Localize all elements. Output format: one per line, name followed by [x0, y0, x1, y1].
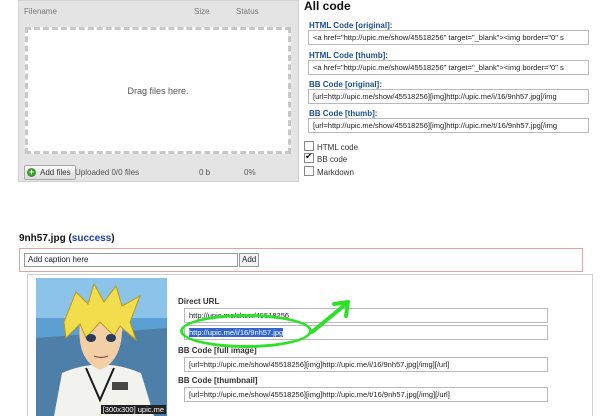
thumbnail-size-label: [300x300] upic.me: [100, 405, 166, 414]
option-markdown[interactable]: Markdown: [304, 166, 354, 177]
html-original-label: HTML Code [original]:: [309, 21, 393, 30]
html-code-label: HTML code: [317, 143, 359, 152]
caption-input[interactable]: Add caption here: [24, 253, 238, 267]
col-filename: Filename: [24, 7, 57, 16]
total-percent: 0%: [244, 168, 256, 177]
uploaded-count: Uploaded 0/0 files: [75, 168, 140, 177]
uploader-footer: + Add files Uploaded 0/0 files 0 b 0%: [19, 163, 298, 183]
arrow-annotation-icon: [310, 300, 350, 334]
col-status: Status: [236, 7, 259, 16]
markdown-checkbox[interactable]: [304, 166, 314, 176]
drop-zone-text: Drag files here.: [127, 86, 189, 96]
bb-thumb-field[interactable]: [url=http://upic.me/show/45518256][img]h…: [308, 118, 589, 133]
html-code-checkbox[interactable]: [304, 141, 314, 151]
highlight-oval-annotation: [180, 314, 312, 348]
add-files-label: Add files: [40, 168, 71, 177]
bb-thumbnail-label: BB Code [thumbnail]: [178, 376, 258, 385]
option-bb-code[interactable]: BB code: [304, 151, 348, 164]
bb-thumb-label: BB Code [thumb]:: [309, 109, 378, 118]
add-files-button[interactable]: + Add files: [24, 165, 76, 180]
markdown-label: Markdown: [317, 168, 354, 177]
direct-url-label: Direct URL: [178, 297, 220, 306]
file-heading: 9nh57.jpg (success): [19, 233, 115, 244]
bb-thumbnail-field[interactable]: [url=http://upic.me/show/45518256][img]h…: [184, 387, 548, 402]
upload-status: success: [71, 233, 112, 244]
file-name: 9nh57.jpg: [19, 233, 66, 244]
bb-code-checkbox[interactable]: [304, 151, 314, 163]
drop-zone[interactable]: Drag files here.: [25, 27, 291, 154]
caption-row: Add caption here Add: [19, 248, 583, 272]
file-table-header: Filename Size Status: [19, 1, 298, 21]
html-thumb-field[interactable]: <a href="http://upic.me/show/45518256" t…: [308, 60, 589, 75]
thumbnail-image[interactable]: [300x300] upic.me: [36, 278, 167, 416]
html-thumb-label: HTML Code [thumb]:: [309, 51, 388, 60]
uploader-panel: Filename Size Status Drag files here. + …: [18, 0, 299, 182]
all-code-title: All code: [304, 0, 351, 13]
bb-original-label: BB Code [original]:: [309, 80, 382, 89]
bb-original-field[interactable]: [url=http://upic.me/show/45518256][img]h…: [308, 89, 589, 104]
caption-add-button[interactable]: Add: [239, 253, 260, 267]
html-original-field[interactable]: <a href="http://upic.me/show/45518256" t…: [308, 30, 589, 45]
total-size: 0 b: [199, 168, 211, 177]
plus-icon: +: [27, 167, 36, 177]
bb-full-field[interactable]: [url=http://upic.me/show/45518256][img]h…: [184, 357, 548, 372]
col-size: Size: [194, 7, 210, 16]
bb-code-label: BB code: [317, 155, 348, 164]
anime-character-illustration: [36, 278, 167, 416]
